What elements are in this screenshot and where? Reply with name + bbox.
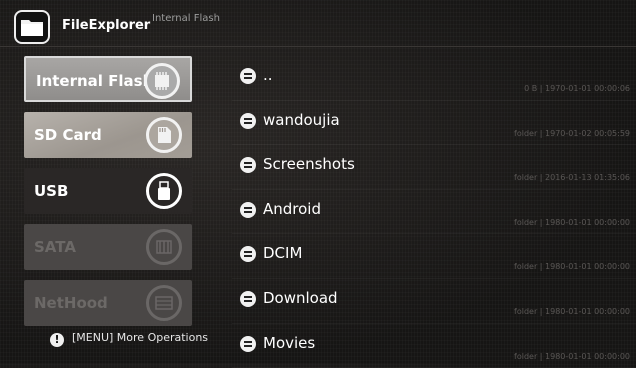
folder-icon — [240, 157, 256, 174]
divider — [0, 46, 636, 47]
file-name: .. — [263, 66, 273, 84]
info-icon: ! — [50, 333, 64, 347]
menu-hint: ! [MENU] More Operations — [50, 331, 208, 347]
list-item[interactable]: Screenshots folder | 2016-01-13 01:35:06 — [232, 145, 636, 190]
file-meta: folder | 1980-01-01 00:00:00 — [514, 306, 630, 316]
sidebar-item-label: USB — [34, 182, 69, 200]
file-name: DCIM — [263, 244, 303, 263]
file-item-icon — [240, 68, 256, 84]
network-icon — [146, 285, 182, 321]
usb-drive-icon — [146, 173, 182, 209]
file-meta: folder | 1980-01-01 00:00:00 — [514, 217, 630, 227]
file-name: Download — [263, 288, 338, 307]
folder-icon — [240, 112, 256, 129]
list-item[interactable]: DCIM folder | 1980-01-01 00:00:00 — [232, 234, 636, 279]
sidebar-item-internal-flash[interactable]: Internal Flash — [24, 56, 192, 102]
hard-disk-icon — [146, 229, 182, 265]
file-name: wandoujia — [263, 110, 340, 129]
sidebar-item-sd-card[interactable]: SD Card — [24, 112, 192, 158]
file-list: .. 0 B | 1970-01-01 00:00:06 wandoujia f… — [232, 56, 636, 368]
title-bar: FileExplorer Internal Flash — [0, 0, 636, 46]
folder-app-icon — [14, 10, 50, 44]
folder-icon — [240, 201, 256, 218]
file-name: Movies — [263, 333, 316, 352]
file-name: Android — [263, 199, 321, 218]
app-title: FileExplorer — [62, 18, 151, 33]
current-location: Internal Flash — [152, 13, 220, 24]
storage-sidebar: Internal Flash SD Card USB SATA NetHood — [24, 56, 192, 336]
sidebar-item-nethood: NetHood — [24, 280, 192, 326]
sd-card-icon — [146, 117, 182, 153]
list-item[interactable]: Movies folder | 1980-01-01 00:00:00 — [232, 324, 636, 368]
sidebar-item-sata: SATA — [24, 224, 192, 270]
list-item[interactable]: Android folder | 1980-01-01 00:00:00 — [232, 190, 636, 235]
sidebar-item-label: Internal Flash — [36, 72, 154, 90]
file-meta: 0 B | 1970-01-01 00:00:06 — [524, 84, 630, 93]
sidebar-item-label: SATA — [34, 238, 76, 256]
file-meta: folder | 2016-01-13 01:35:06 — [514, 173, 630, 183]
list-item[interactable]: wandoujia folder | 1970-01-02 00:05:59 — [232, 101, 636, 146]
folder-icon — [240, 335, 256, 352]
menu-hint-text: [MENU] More Operations — [72, 331, 209, 344]
sidebar-item-usb[interactable]: USB — [24, 168, 192, 214]
list-item[interactable]: Download folder | 1980-01-01 00:00:00 — [232, 279, 636, 324]
sidebar-item-label: NetHood — [34, 294, 108, 312]
file-meta: folder | 1980-01-01 00:00:00 — [514, 262, 630, 272]
folder-icon — [240, 290, 256, 307]
file-name: Screenshots — [263, 155, 355, 174]
file-meta: folder | 1980-01-01 00:00:00 — [514, 351, 630, 361]
memory-chip-icon — [144, 63, 180, 99]
file-meta: folder | 1970-01-02 00:05:59 — [514, 128, 630, 138]
list-item-parent-directory[interactable]: .. 0 B | 1970-01-01 00:00:06 — [232, 56, 636, 101]
sidebar-item-label: SD Card — [34, 126, 102, 144]
folder-icon — [240, 246, 256, 263]
